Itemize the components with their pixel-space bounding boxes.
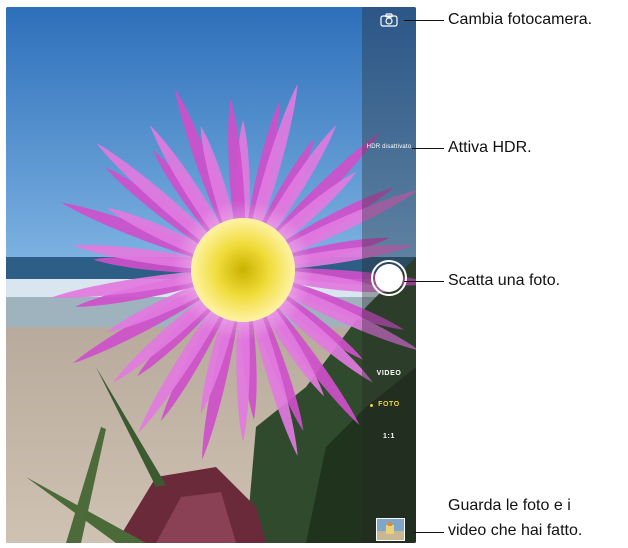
- last-photo-thumbnail[interactable]: [376, 518, 405, 541]
- callout-line-gallery: [414, 532, 444, 533]
- camera-rotate-icon: [380, 13, 398, 27]
- camera-control-panel: HDR disattivato VIDEO FOTO 1:1: [362, 7, 416, 543]
- viewfinder-scene: [6, 7, 416, 543]
- mode-square[interactable]: 1:1: [362, 433, 416, 440]
- callout-hdr: Attiva HDR.: [448, 139, 532, 156]
- camera-viewfinder: HDR disattivato VIDEO FOTO 1:1: [6, 7, 416, 543]
- shutter-button[interactable]: [371, 260, 407, 296]
- callout-line-shutter: [404, 281, 444, 282]
- callout-gallery-line1: Guarda le foto e i: [448, 497, 571, 514]
- hdr-toggle[interactable]: HDR disattivato: [364, 144, 414, 150]
- callout-switch-camera: Cambia fotocamera.: [448, 11, 593, 28]
- photo-thumbnail-icon: [377, 519, 404, 540]
- callout-line-hdr: [412, 148, 444, 149]
- shutter-button-icon: [375, 264, 403, 292]
- mode-video[interactable]: VIDEO: [362, 370, 416, 377]
- callout-shutter: Scatta una foto.: [448, 272, 561, 289]
- callout-line-switch-camera: [404, 20, 444, 21]
- switch-camera-button[interactable]: [380, 13, 398, 27]
- mode-photo[interactable]: FOTO: [362, 401, 416, 408]
- callout-gallery-line2: video che hai fatto.: [448, 522, 583, 539]
